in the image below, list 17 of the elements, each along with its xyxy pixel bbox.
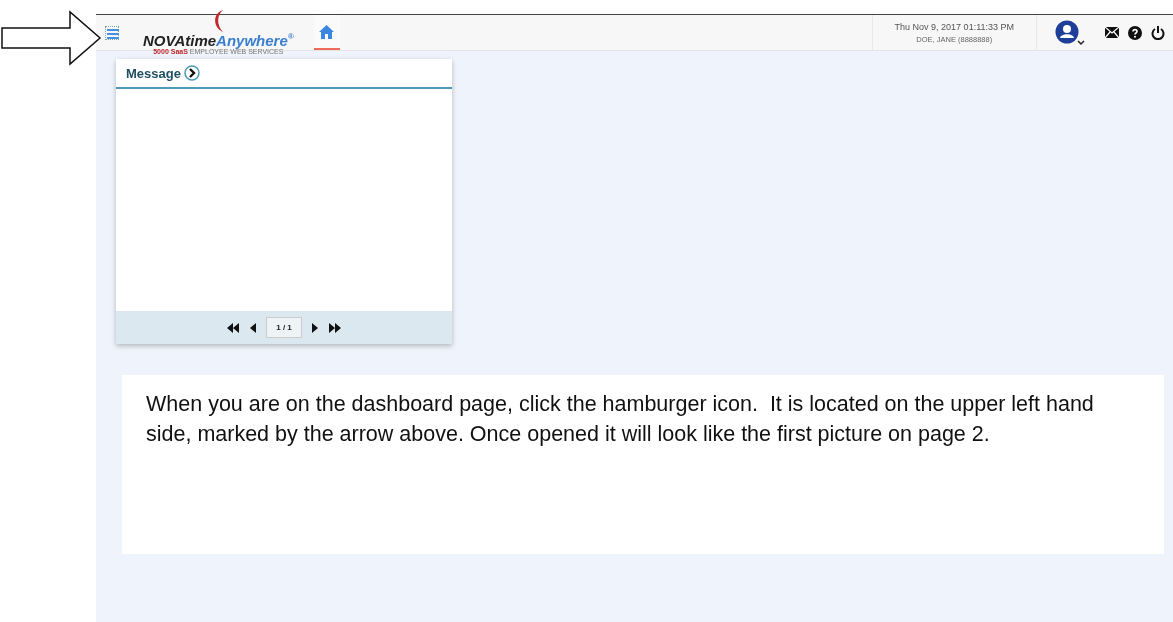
page-indicator: 1 / 1 (266, 317, 302, 338)
user-avatar-button[interactable] (1055, 19, 1085, 46)
last-page-button[interactable] (327, 321, 342, 334)
instruction-text: When you are on the dashboard page, click the hamburger icon. It is located on the upper left hand side, marked by the arrow above. Once opened it will look like the first picture on page 2. (122, 375, 1164, 554)
mail-icon[interactable] (1105, 27, 1119, 38)
chevron-right-icon[interactable] (183, 65, 200, 81)
card-title: Message (126, 65, 181, 81)
datetime-text: Thu Nov 9, 2017 01:11:33 PM (894, 21, 1014, 32)
logo-text: NOVAtimeAnywhere® (143, 32, 294, 49)
power-icon[interactable] (1151, 25, 1165, 40)
previous-page-button[interactable] (250, 321, 257, 334)
first-page-button[interactable] (226, 321, 241, 334)
menu-button[interactable] (105, 25, 119, 40)
next-page-button[interactable] (311, 321, 318, 334)
home-icon (319, 24, 335, 39)
help-icon[interactable] (1128, 25, 1142, 40)
swoosh-icon (212, 10, 223, 32)
